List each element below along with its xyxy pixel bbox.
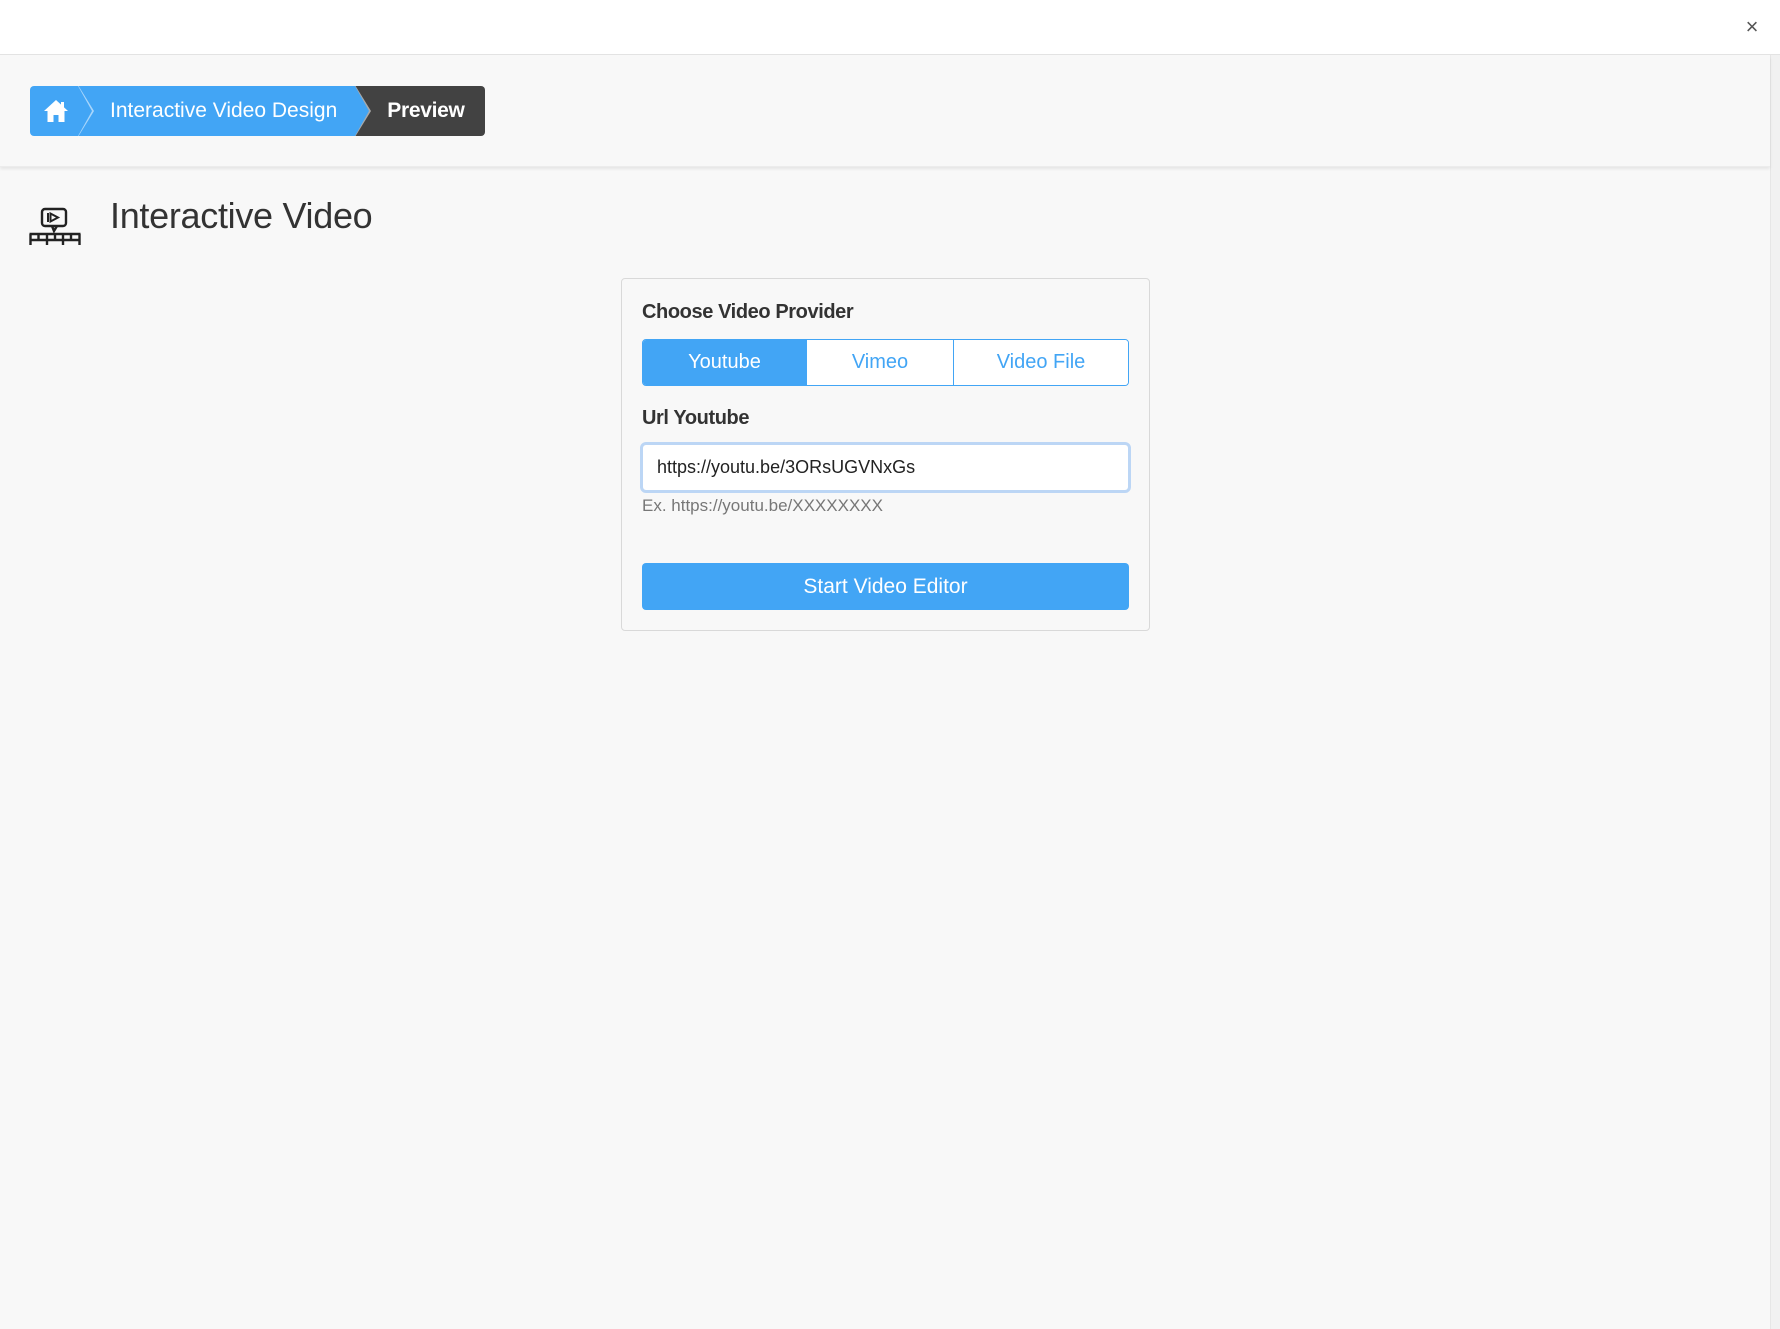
breadcrumb-separator	[355, 86, 370, 136]
breadcrumb-item-label: Interactive Video Design	[110, 99, 338, 122]
breadcrumb-separator	[78, 86, 92, 136]
interactive-video-icon	[29, 207, 81, 245]
provider-video-file-button[interactable]: Video File	[954, 340, 1128, 385]
close-button[interactable]: ×	[1738, 13, 1766, 41]
provider-label: Choose Video Provider	[642, 301, 854, 323]
provider-selector: Youtube Vimeo Video File	[642, 339, 1129, 386]
url-help-text: Ex. https://youtu.be/XXXXXXXX	[642, 496, 883, 515]
breadcrumb-item-interactive-video-design[interactable]: Interactive Video Design	[78, 86, 372, 136]
breadcrumb-item-label: Preview	[387, 99, 465, 122]
breadcrumb-item-preview[interactable]: Preview	[355, 86, 485, 136]
url-label: Url Youtube	[642, 407, 750, 429]
home-icon	[44, 100, 68, 122]
youtube-url-input[interactable]	[640, 442, 1131, 493]
breadcrumb-home[interactable]	[30, 86, 94, 136]
breadcrumb-panel: Interactive Video Design Preview	[0, 56, 1770, 167]
page-header	[28, 202, 82, 252]
provider-vimeo-button[interactable]: Vimeo	[807, 340, 954, 385]
breadcrumb: Interactive Video Design Preview	[30, 86, 485, 136]
video-provider-card: Choose Video Provider Youtube Vimeo Vide…	[621, 278, 1150, 631]
page-title: Interactive Video	[110, 195, 373, 236]
modal-header: ×	[0, 0, 1780, 55]
provider-youtube-button[interactable]: Youtube	[643, 340, 807, 385]
start-video-editor-button[interactable]: Start Video Editor	[642, 563, 1129, 610]
scrollbar[interactable]	[1770, 55, 1780, 1329]
